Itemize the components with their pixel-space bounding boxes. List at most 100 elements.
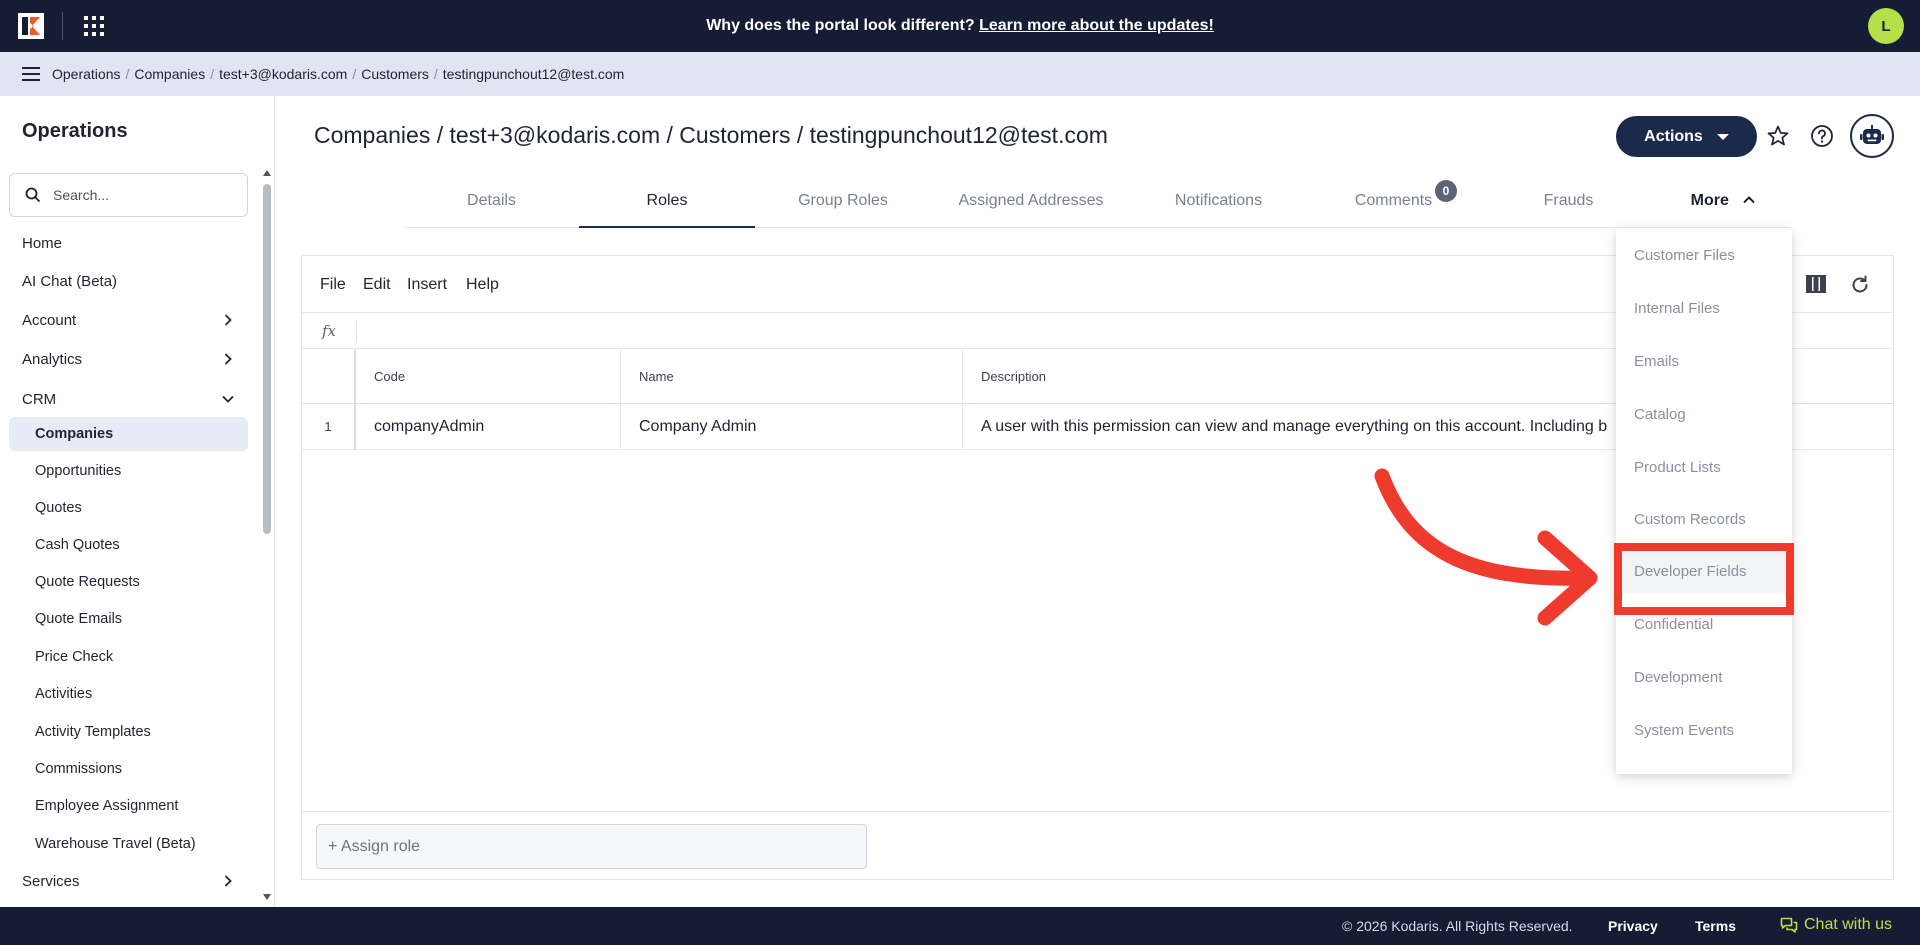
menu-item-system-events[interactable]: System Events (1616, 710, 1792, 752)
tab-roles[interactable]: Roles (579, 182, 755, 228)
breadcrumb-separator: / (210, 66, 215, 82)
sidebar-item-commissions[interactable]: Commissions (0, 752, 250, 786)
row-number-header (302, 349, 356, 404)
sidebar: Operations Home AI Chat (Beta) Account A… (0, 96, 275, 907)
sidebar-item-label: Quote Emails (35, 611, 123, 627)
menu-item-development[interactable]: Development (1616, 657, 1792, 699)
user-avatar[interactable]: L (1868, 8, 1904, 44)
announcement-banner: Why does the portal look different? Lear… (0, 0, 1920, 52)
footer: © 2026 Kodaris. All Rights Reserved. Pri… (0, 907, 1920, 945)
sidebar-item-home[interactable]: Home (0, 226, 250, 260)
search-icon (25, 187, 41, 203)
tab-frauds[interactable]: Frauds (1481, 182, 1656, 228)
menu-help[interactable]: Help (466, 276, 499, 294)
sidebar-item-label: Analytics (22, 350, 83, 368)
chevron-right-icon (224, 314, 232, 326)
sidebar-item-label: Companies (35, 426, 114, 442)
chevron-up-icon (1743, 196, 1756, 204)
sidebar-item-employee-assignment[interactable]: Employee Assignment (0, 789, 250, 823)
scroll-thumb[interactable] (263, 184, 271, 534)
terms-link[interactable]: Terms (1695, 918, 1736, 934)
chevron-right-icon (224, 875, 232, 887)
actions-label: Actions (1644, 127, 1703, 145)
breadcrumb-item[interactable]: test+3@kodaris.com (219, 66, 347, 82)
sidebar-search[interactable] (9, 173, 248, 217)
menu-item-product-lists[interactable]: Product Lists (1616, 447, 1792, 489)
fx-separator (356, 321, 357, 341)
menu-edit[interactable]: Edit (363, 276, 391, 294)
breadcrumb-item[interactable]: Operations (52, 66, 120, 82)
sidebar-item-companies[interactable]: Companies (9, 417, 248, 451)
column-header-code[interactable]: Code (356, 349, 621, 404)
scroll-down-arrow-icon[interactable] (263, 894, 271, 900)
sidebar-item-warehouse-travel[interactable]: Warehouse Travel (Beta) (0, 827, 250, 861)
tab-comments-label: Comments (1354, 192, 1433, 209)
chat-with-us-link[interactable]: Chat with us (1780, 916, 1892, 934)
tab-notifications[interactable]: Notifications (1131, 182, 1306, 228)
chat-icon (1780, 917, 1798, 933)
announcement-link[interactable]: Learn more about the updates! (979, 17, 1214, 34)
scroll-up-arrow-icon[interactable] (263, 170, 271, 176)
ai-assistant-button[interactable] (1850, 114, 1894, 158)
menu-file[interactable]: File (320, 276, 346, 294)
tab-group-roles[interactable]: Group Roles (755, 182, 931, 228)
sidebar-item-services[interactable]: Services (0, 864, 250, 898)
menu-item-emails[interactable]: Emails (1616, 341, 1792, 383)
menu-item-catalog[interactable]: Catalog (1616, 394, 1792, 436)
cell-code[interactable]: companyAdmin (356, 404, 621, 450)
sidebar-item-quotes[interactable]: Quotes (0, 491, 250, 525)
sidebar-item-analytics[interactable]: Analytics (0, 342, 250, 376)
highlight-box (1614, 543, 1794, 615)
refresh-icon[interactable] (1850, 275, 1870, 295)
menu-item-custom-records[interactable]: Custom Records (1616, 499, 1792, 541)
apps-grid-icon[interactable] (84, 16, 104, 36)
search-input[interactable] (53, 187, 233, 203)
sidebar-item-label: Services (22, 872, 80, 890)
cell-name[interactable]: Company Admin (621, 404, 963, 450)
menu-insert[interactable]: Insert (407, 276, 447, 294)
sidebar-item-cash-quotes[interactable]: Cash Quotes (0, 528, 250, 562)
tab-details[interactable]: Details (404, 182, 579, 228)
actions-button[interactable]: Actions (1616, 116, 1757, 157)
column-header-name[interactable]: Name (621, 349, 963, 404)
privacy-link[interactable]: Privacy (1608, 918, 1658, 934)
sidebar-scrollbar[interactable] (262, 170, 272, 900)
caret-down-icon (1716, 133, 1729, 140)
comments-count-badge: 0 (1435, 180, 1457, 202)
breadcrumb-separator: / (352, 66, 357, 82)
sidebar-item-label: Activity Templates (35, 724, 151, 740)
annotation-arrow-icon (1374, 468, 1598, 626)
sidebar-item-label: Opportunities (35, 463, 122, 479)
sidebar-item-ai-chat[interactable]: AI Chat (Beta) (0, 264, 250, 298)
row-number: 1 (302, 404, 356, 450)
copyright-text: © 2026 Kodaris. All Rights Reserved. (1342, 918, 1573, 934)
menu-item-customer-files[interactable]: Customer Files (1616, 235, 1792, 277)
sidebar-item-account[interactable]: Account (0, 303, 250, 337)
sidebar-item-label: Quotes (35, 500, 82, 516)
sidebar-item-activity-templates[interactable]: Activity Templates (0, 715, 250, 749)
chevron-right-icon (224, 353, 232, 365)
sidebar-item-quote-requests[interactable]: Quote Requests (0, 565, 250, 599)
sidebar-item-quote-emails[interactable]: Quote Emails (0, 602, 250, 636)
sidebar-item-activities[interactable]: Activities (0, 677, 250, 711)
star-icon[interactable] (1766, 124, 1790, 148)
sidebar-item-crm[interactable]: CRM (0, 382, 250, 416)
assign-role-input[interactable]: + Assign role (316, 824, 867, 869)
breadcrumb-item[interactable]: Customers (361, 66, 429, 82)
sidebar-item-price-check[interactable]: Price Check (0, 640, 250, 674)
menu-item-internal-files[interactable]: Internal Files (1616, 288, 1792, 330)
robot-icon (1860, 125, 1884, 144)
breadcrumb-separator: / (125, 66, 130, 82)
tab-more[interactable]: More (1656, 182, 1790, 228)
breadcrumb-item[interactable]: Companies (134, 66, 205, 82)
sidebar-item-opportunities[interactable]: Opportunities (0, 454, 250, 488)
announcement-text: Why does the portal look different? (706, 17, 975, 34)
kodaris-logo[interactable] (18, 13, 44, 39)
columns-icon[interactable] (1806, 275, 1826, 293)
breadcrumb-item[interactable]: testingpunchout12@test.com (443, 66, 625, 82)
hamburger-menu-icon[interactable] (22, 67, 40, 81)
tab-assigned-addresses[interactable]: Assigned Addresses (931, 182, 1131, 228)
breadcrumb-separator: / (433, 66, 438, 82)
help-icon[interactable] (1810, 124, 1834, 148)
sidebar-item-label: Quote Requests (35, 574, 140, 590)
